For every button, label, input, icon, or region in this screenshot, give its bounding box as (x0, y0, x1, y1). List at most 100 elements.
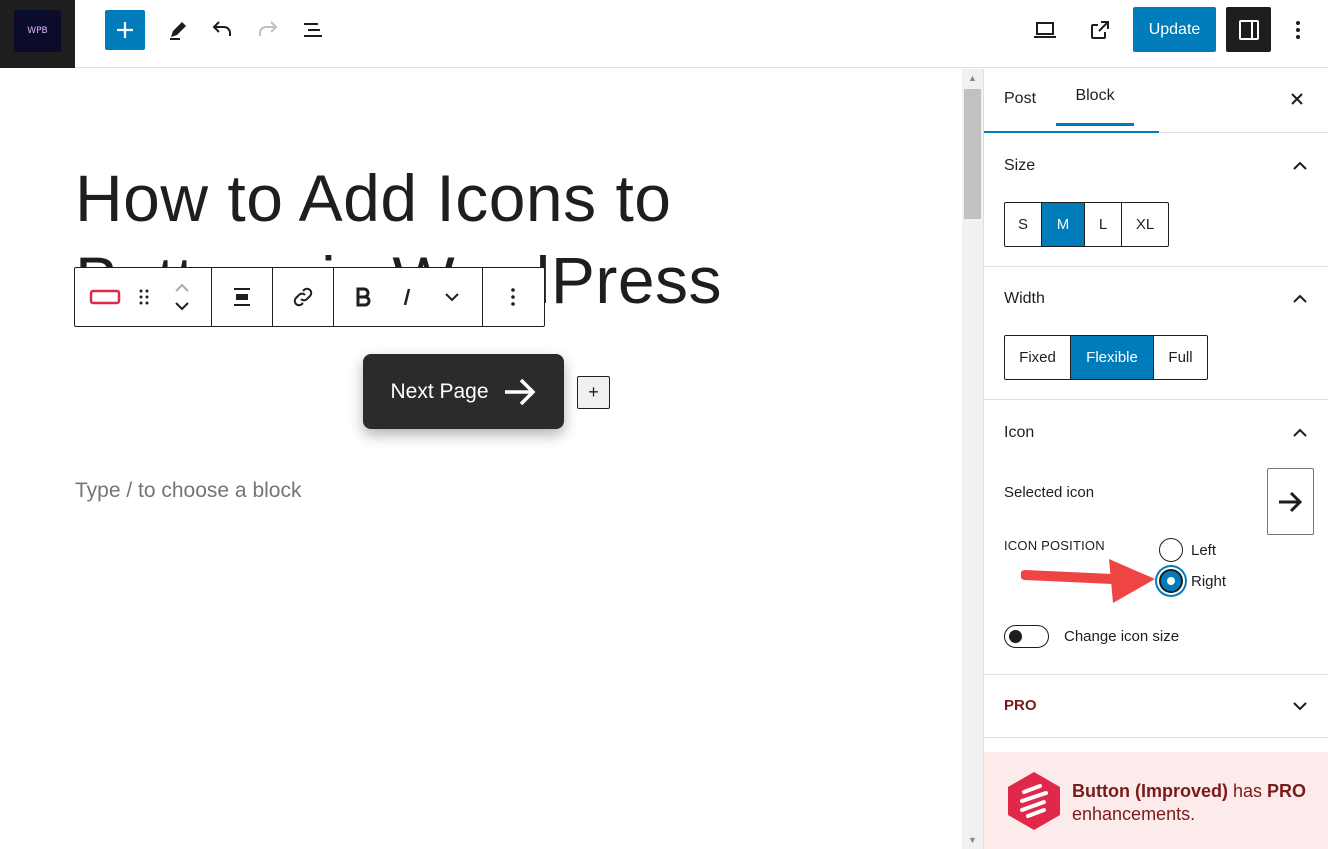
icon-position-label: ICON POSITION (1004, 538, 1105, 553)
more-formatting-button[interactable] (422, 268, 482, 326)
chevron-up-icon[interactable] (1289, 287, 1311, 309)
radio-left-label: Left (1191, 541, 1217, 559)
block-options-button[interactable] (483, 268, 543, 326)
options-menu-button[interactable] (1278, 10, 1318, 50)
settings-toggle-button[interactable] (1226, 7, 1271, 52)
block-placeholder[interactable]: Type / to choose a block (75, 479, 301, 503)
selected-icon-picker[interactable] (1267, 468, 1314, 535)
editor-scrollbar[interactable]: ▲ ▼ (962, 69, 983, 849)
width-option-fixed[interactable]: Fixed (1005, 336, 1071, 379)
change-icon-size-row[interactable]: Change icon size (1004, 625, 1179, 648)
pencil-icon (170, 22, 186, 40)
chevron-down-icon (175, 302, 189, 311)
edit-tools-button[interactable] (158, 10, 198, 50)
link-group (273, 268, 334, 326)
chevron-up-icon (175, 283, 189, 292)
radio-right[interactable] (1159, 569, 1183, 593)
block-type-button[interactable] (75, 268, 135, 326)
size-selector: S M L XL (1004, 202, 1169, 247)
list-view-icon (304, 23, 322, 37)
preview-device-button[interactable] (1025, 10, 1065, 50)
pro-panel: PRO (984, 675, 1328, 738)
radio-right-label: Right (1191, 572, 1227, 590)
scroll-up-icon[interactable]: ▲ (962, 69, 983, 87)
plus-icon (117, 22, 133, 38)
drag-handle-icon (139, 289, 149, 305)
bold-icon (356, 287, 371, 307)
editor-topbar: WPB Update (0, 0, 1328, 68)
width-option-flexible[interactable]: Flexible (1071, 336, 1154, 379)
settings-sidebar: Post Block Size S M L XL Width Fixed Fle… (983, 69, 1328, 849)
width-panel-title[interactable]: Width (1004, 290, 1045, 308)
next-page-button-label: Next Page (390, 379, 489, 403)
laptop-icon (1034, 22, 1056, 38)
arrow-right-icon (504, 378, 536, 405)
editor-canvas: How to Add Icons to Buttons in WordPress (0, 69, 962, 849)
site-logo[interactable]: WPB (0, 0, 75, 68)
tab-post[interactable]: Post (1004, 69, 1036, 129)
width-option-full[interactable]: Full (1154, 336, 1207, 379)
close-sidebar-button[interactable] (1283, 85, 1311, 113)
drag-handle[interactable] (135, 268, 153, 326)
inline-add-block-button[interactable]: + (577, 376, 610, 409)
pro-notice-text: Button (Improved) has PRO enhancements. (1072, 780, 1322, 826)
sidebar-tabs: Post Block (984, 69, 1328, 133)
width-panel: Width Fixed Flexible Full (984, 267, 1328, 400)
external-link-icon (1091, 21, 1109, 39)
pro-panel-title[interactable]: PRO (1004, 697, 1037, 714)
pro-notice-block-name: Button (Improved) (1072, 781, 1228, 801)
scroll-down-icon[interactable]: ▼ (962, 831, 983, 849)
redo-button[interactable] (248, 10, 288, 50)
button-block-icon (89, 289, 121, 305)
size-option-s[interactable]: S (1005, 203, 1042, 246)
update-button[interactable]: Update (1133, 7, 1216, 52)
width-selector: Fixed Flexible Full (1004, 335, 1208, 380)
alignment-group (212, 268, 273, 326)
icon-panel: Icon Selected icon ICON POSITION Left Ri… (984, 400, 1328, 675)
block-toolbar (74, 267, 545, 327)
plugin-logo-icon (1008, 772, 1060, 830)
next-page-button[interactable]: Next Page (363, 354, 564, 429)
size-panel-title[interactable]: Size (1004, 157, 1035, 175)
add-block-button[interactable] (105, 10, 145, 50)
scroll-thumb[interactable] (964, 89, 981, 219)
italic-button[interactable] (392, 268, 422, 326)
pro-notice-has: has (1233, 781, 1263, 801)
tab-block[interactable]: Block (1056, 69, 1134, 126)
site-logo-badge: WPB (14, 10, 61, 52)
document-overview-button[interactable] (293, 10, 333, 50)
options-group (483, 268, 543, 326)
chevron-down-icon[interactable] (1289, 695, 1311, 717)
link-button[interactable] (273, 268, 333, 326)
sidebar-icon (1238, 19, 1259, 40)
chevron-up-icon[interactable] (1289, 421, 1311, 443)
icon-position-left[interactable]: Left (1159, 538, 1216, 562)
undo-icon (212, 21, 231, 36)
align-button[interactable] (212, 268, 272, 326)
redo-icon (259, 21, 278, 36)
change-icon-size-label: Change icon size (1064, 628, 1180, 645)
pro-notice-pro: PRO (1267, 781, 1307, 801)
icon-position-right[interactable]: Right (1159, 569, 1226, 593)
undo-button[interactable] (202, 10, 242, 50)
align-center-icon (234, 288, 250, 306)
view-post-button[interactable] (1080, 10, 1120, 50)
pro-notice-rest: enhancements. (1072, 804, 1196, 824)
size-option-xl[interactable]: XL (1122, 203, 1168, 246)
size-option-m[interactable]: M (1042, 203, 1085, 246)
change-icon-size-toggle[interactable] (1004, 625, 1049, 648)
block-type-group (75, 268, 212, 326)
more-vertical-icon (1296, 21, 1300, 39)
annotation-arrow-icon (1021, 559, 1155, 603)
icon-panel-title[interactable]: Icon (1004, 424, 1034, 442)
move-buttons[interactable] (153, 268, 211, 326)
italic-icon (403, 288, 411, 306)
close-icon (1291, 93, 1303, 105)
size-panel: Size S M L XL (984, 133, 1328, 267)
chevron-up-icon[interactable] (1289, 154, 1311, 176)
arrow-right-icon (1278, 491, 1302, 512)
bold-button[interactable] (334, 268, 392, 326)
radio-left[interactable] (1159, 538, 1183, 562)
formatting-group (334, 268, 483, 326)
size-option-l[interactable]: L (1085, 203, 1122, 246)
